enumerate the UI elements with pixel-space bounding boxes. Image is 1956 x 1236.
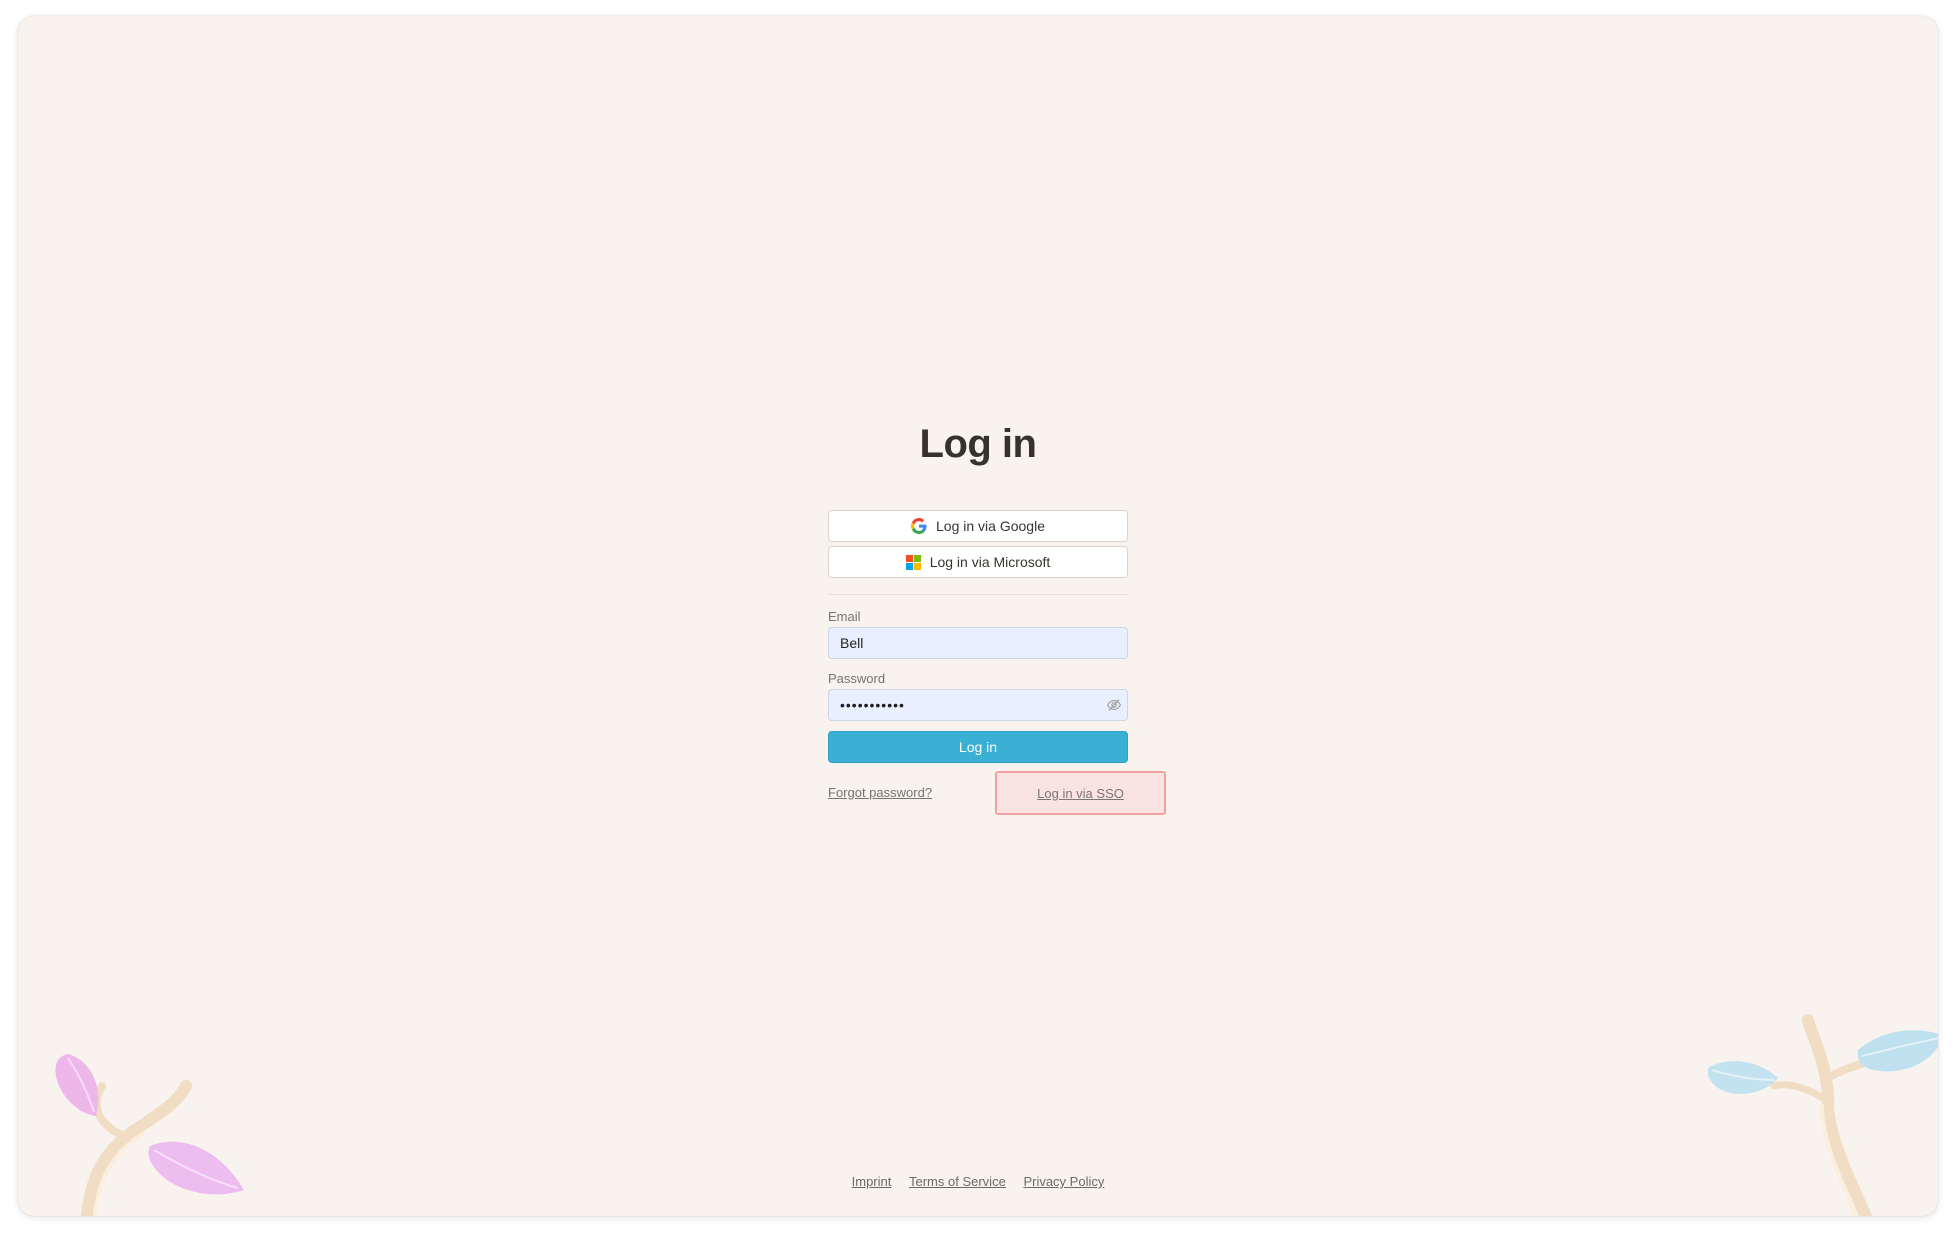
page-title: Log in [919, 422, 1037, 466]
email-label: Email [828, 609, 861, 624]
password-field-wrapper [828, 689, 1128, 721]
imprint-link[interactable]: Imprint [852, 1174, 892, 1189]
auxiliary-links: Forgot password? Log in via SSO [828, 771, 1166, 815]
sso-login-link[interactable]: Log in via SSO [995, 771, 1166, 815]
footer: Imprint Terms of Service Privacy Policy [18, 1174, 1938, 1189]
microsoft-login-button[interactable]: Log in via Microsoft [828, 546, 1128, 578]
google-logo-icon [911, 518, 927, 534]
google-login-label: Log in via Google [936, 518, 1045, 534]
terms-of-service-link[interactable]: Terms of Service [909, 1174, 1006, 1189]
divider [828, 594, 1128, 595]
password-field[interactable] [829, 690, 1127, 720]
microsoft-logo-icon [905, 554, 921, 570]
eye-slash-icon[interactable] [1106, 697, 1122, 713]
microsoft-login-label: Log in via Microsoft [929, 554, 1051, 570]
email-field[interactable] [829, 628, 1127, 658]
password-label: Password [828, 671, 886, 686]
privacy-policy-link[interactable]: Privacy Policy [1023, 1174, 1104, 1189]
login-form: Log in Log in via Google Log in via Micr… [828, 416, 1166, 815]
email-field-wrapper [828, 627, 1128, 659]
login-submit-button[interactable]: Log in [828, 731, 1128, 763]
forgot-password-link[interactable]: Forgot password? [828, 785, 932, 800]
login-page: Log in Log in via Google Log in via Micr… [18, 16, 1938, 1216]
google-login-button[interactable]: Log in via Google [828, 510, 1128, 542]
pink-plant-illustration [55, 1054, 244, 1216]
